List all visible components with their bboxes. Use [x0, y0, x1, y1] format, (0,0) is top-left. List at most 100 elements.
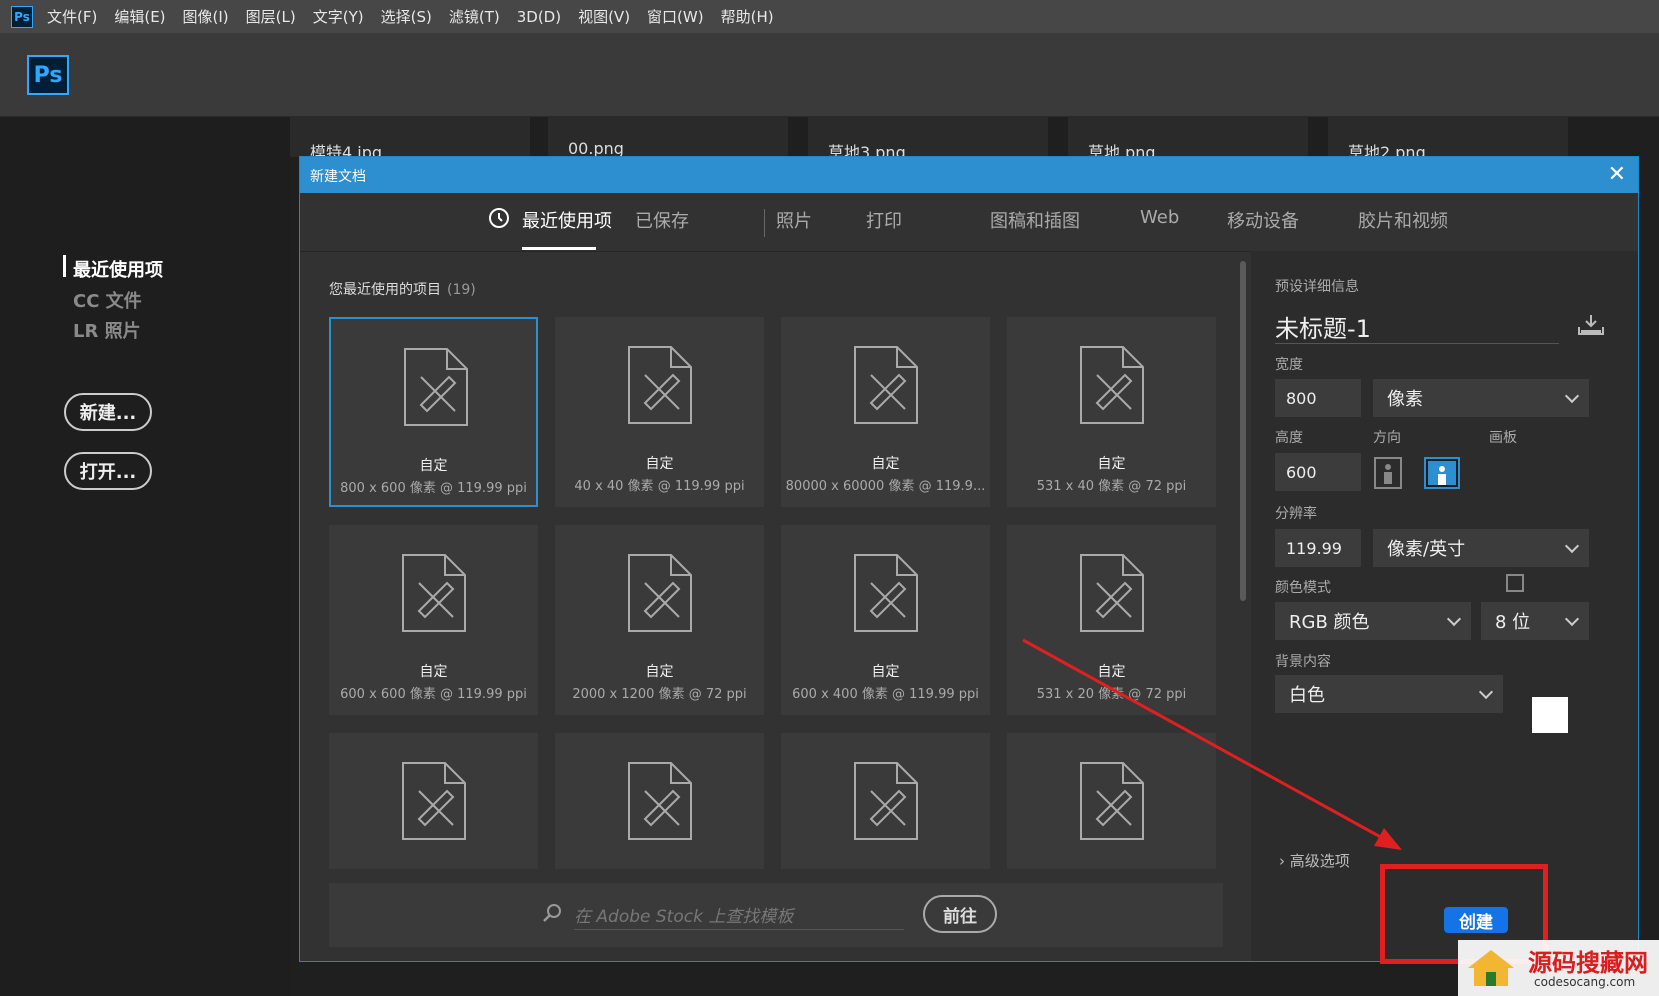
preset-size: 40 x 40 像素 @ 119.99 ppi [574, 479, 745, 494]
preset-card[interactable] [1007, 733, 1216, 869]
resolution-unit-select[interactable]: 像素/英寸 [1373, 529, 1589, 567]
preset-tabs: 最近使用项 已保存 照片 打印 图稿和插图 Web 移动设备 胶片和视频 [300, 193, 1638, 252]
recent-presets-grid: 自定 800 x 600 像素 @ 119.99 ppi 自定 40 x 40 像素 … [329, 317, 1259, 869]
go-button[interactable]: 前往 [923, 895, 997, 933]
new-button[interactable]: 新建... [64, 393, 152, 431]
chevron-down-icon [1564, 538, 1580, 554]
preset-name: 自定 [419, 664, 448, 680]
document-icon [854, 346, 918, 424]
tab-mobile[interactable]: 移动设备 [1227, 207, 1299, 233]
artboard-label: 画板 [1489, 430, 1517, 446]
color-mode-select[interactable]: RGB 颜色 [1275, 602, 1471, 640]
dialog-title: 新建文档 [310, 169, 366, 185]
menu-3d[interactable]: 3D(D) [517, 8, 561, 26]
document-icon [1080, 554, 1144, 632]
nav-cc-files[interactable]: CC 文件 [73, 287, 142, 313]
artboard-checkbox[interactable] [1506, 574, 1524, 592]
menu-file[interactable]: 文件(F) [47, 6, 97, 27]
document-icon [628, 346, 692, 424]
options-bar: Ps [0, 33, 1659, 117]
preset-card[interactable]: 自定 531 x 40 像素 @ 72 ppi [1007, 317, 1216, 507]
preset-card[interactable]: 自定 2000 x 1200 像素 @ 72 ppi [555, 525, 764, 715]
document-icon [402, 762, 466, 840]
tab-photo[interactable]: 照片 [776, 207, 812, 233]
recent-file[interactable]: 草地.png [1068, 117, 1308, 162]
recent-file[interactable]: 模特4.jpg [290, 117, 530, 162]
recent-heading-text: 您最近使用的项目 [329, 282, 441, 298]
preset-card[interactable] [781, 733, 990, 869]
create-button[interactable]: 创建 [1444, 907, 1508, 933]
grid-scrollbar[interactable] [1240, 261, 1246, 601]
nav-recent[interactable]: 最近使用项 [73, 256, 163, 282]
chevron-down-icon [1564, 611, 1580, 627]
preset-name: 自定 [645, 456, 674, 472]
preset-card[interactable]: 自定 531 x 20 像素 @ 72 ppi [1007, 525, 1216, 715]
preset-name: 自定 [1097, 664, 1126, 680]
tab-saved[interactable]: 已保存 [635, 207, 689, 233]
document-icon [1080, 762, 1144, 840]
nav-lr-photos[interactable]: LR 照片 [73, 317, 141, 343]
preset-card[interactable]: 自定 800 x 600 像素 @ 119.99 ppi [329, 317, 538, 507]
save-preset-icon[interactable] [1577, 313, 1605, 337]
bit-depth-select[interactable]: 8 位 [1481, 602, 1589, 640]
preset-card[interactable]: 自定 40 x 40 像素 @ 119.99 ppi [555, 317, 764, 507]
recent-file[interactable]: 草地3.png [808, 117, 1048, 162]
preset-name: 自定 [419, 458, 448, 474]
recent-file[interactable]: 草地2.png [1328, 117, 1568, 162]
menu-layer[interactable]: 图层(L) [246, 6, 296, 27]
dialog-titlebar: 新建文档 ✕ [300, 157, 1638, 193]
color-mode-value: RGB 颜色 [1289, 612, 1370, 633]
recent-files-strip: 模特4.jpg 00.png 草地3.png 草地.png 草地2.png [290, 117, 1659, 162]
preset-size: 80000 x 60000 像素 @ 119.9... [785, 479, 986, 494]
menu-select[interactable]: 选择(S) [381, 6, 432, 27]
document-icon [404, 348, 468, 426]
width-label: 宽度 [1275, 357, 1303, 373]
preset-details-panel: 预设详细信息 未标题-1 宽度 800 像素 高度 方向 画板 600 分辨率 [1251, 251, 1638, 961]
house-logo-icon [1468, 950, 1514, 986]
close-icon[interactable]: ✕ [1608, 162, 1626, 187]
document-icon [628, 554, 692, 632]
preset-card[interactable] [329, 733, 538, 869]
preset-card[interactable]: 自定 80000 x 60000 像素 @ 119.9... [781, 317, 990, 507]
document-icon [854, 554, 918, 632]
name-underline [1275, 343, 1559, 344]
recent-heading: 您最近使用的项目 (19) [329, 279, 476, 299]
document-name-input[interactable]: 未标题-1 [1275, 309, 1371, 344]
photoshop-app-icon: Ps [11, 5, 33, 28]
open-button[interactable]: 打开... [64, 452, 152, 490]
background-select[interactable]: 白色 [1275, 675, 1503, 713]
recent-file[interactable]: 00.png [548, 117, 788, 158]
menu-image[interactable]: 图像(I) [183, 6, 229, 27]
landscape-icon[interactable] [1424, 457, 1460, 489]
photoshop-logo: Ps [27, 55, 69, 95]
preset-card[interactable] [555, 733, 764, 869]
menu-view[interactable]: 视图(V) [578, 6, 630, 27]
menu-edit[interactable]: 编辑(E) [114, 6, 165, 27]
preset-card[interactable]: 自定 600 x 400 像素 @ 119.99 ppi [781, 525, 990, 715]
menu-type[interactable]: 文字(Y) [313, 6, 364, 27]
document-icon [1080, 346, 1144, 424]
stock-search-bar: 在 Adobe Stock 上查找模板 前往 [329, 883, 1223, 947]
height-input[interactable]: 600 [1275, 453, 1361, 491]
tab-divider [764, 209, 765, 237]
document-icon [854, 762, 918, 840]
background-color-swatch[interactable] [1532, 697, 1568, 733]
width-input[interactable]: 800 [1275, 379, 1361, 417]
menu-filter[interactable]: 滤镜(T) [449, 6, 500, 27]
background-value: 白色 [1289, 685, 1325, 706]
portrait-icon[interactable] [1374, 457, 1404, 489]
menu-window[interactable]: 窗口(W) [647, 6, 704, 27]
tab-recent[interactable]: 最近使用项 [522, 207, 612, 233]
tab-print[interactable]: 打印 [866, 207, 902, 233]
tab-art-illustration[interactable]: 图稿和插图 [990, 207, 1080, 233]
width-unit-select[interactable]: 像素 [1373, 379, 1589, 417]
preset-card[interactable]: 自定 600 x 600 像素 @ 119.99 ppi [329, 525, 538, 715]
menu-help[interactable]: 帮助(H) [721, 6, 774, 27]
bit-depth-value: 8 位 [1495, 612, 1531, 633]
resolution-input[interactable]: 119.99 [1275, 529, 1361, 567]
tab-film-video[interactable]: 胶片和视频 [1358, 207, 1448, 233]
stock-search-input[interactable]: 在 Adobe Stock 上查找模板 [574, 902, 793, 927]
advanced-options-toggle[interactable]: › 高级选项 [1279, 850, 1350, 871]
tab-web[interactable]: Web [1140, 207, 1179, 228]
watermark: 源码搜藏网 codesocang.com [1458, 940, 1659, 996]
